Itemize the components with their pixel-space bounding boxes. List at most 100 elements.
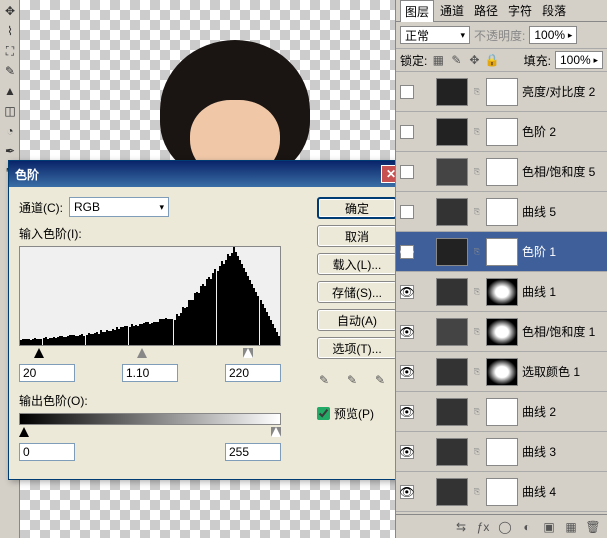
tab-paths[interactable]: 路径 (470, 0, 502, 21)
visibility-toggle-icon[interactable]: 👁 (400, 365, 414, 379)
visibility-toggle-icon[interactable]: 👁 (400, 405, 414, 419)
input-gamma-field[interactable] (122, 364, 178, 382)
cancel-button[interactable]: 取消 (317, 225, 397, 247)
channel-combobox[interactable]: RGB ▾ (69, 197, 169, 217)
visibility-toggle-icon[interactable]: 👁 (400, 445, 414, 459)
mask-thumbnail[interactable] (486, 198, 518, 226)
mask-thumbnail[interactable] (486, 238, 518, 266)
link-icon: ⎘ (472, 207, 482, 217)
add-mask-icon[interactable]: ◯ (497, 519, 513, 535)
layer-row[interactable]: 👁 ⎘ 曲线 2 (396, 392, 607, 432)
new-layer-icon[interactable]: ▦ (563, 519, 579, 535)
dialog-titlebar[interactable]: 色阶 ✕ (9, 161, 407, 187)
opacity-label: 不透明度: (474, 27, 525, 44)
move-tool-icon[interactable]: ✥ (1, 2, 19, 20)
tab-character[interactable]: 字符 (504, 0, 536, 21)
visibility-toggle-icon[interactable] (400, 165, 414, 179)
lock-position-icon[interactable]: ✥ (467, 53, 481, 67)
layer-thumbnail[interactable] (436, 78, 468, 106)
visibility-toggle-icon[interactable]: 👁 (400, 285, 414, 299)
layer-row[interactable]: ⎘ 色相/饱和度 5 (396, 152, 607, 192)
layer-thumbnail[interactable] (436, 438, 468, 466)
ok-button[interactable]: 确定 (317, 197, 397, 219)
layer-row[interactable]: ⎘ 亮度/对比度 2 (396, 72, 607, 112)
layer-thumbnail[interactable] (436, 158, 468, 186)
pen-tool-icon[interactable]: ✒ (1, 142, 19, 160)
stamp-tool-icon[interactable]: ▲ (1, 82, 19, 100)
visibility-toggle-icon[interactable] (400, 205, 414, 219)
mask-thumbnail[interactable] (486, 358, 518, 386)
load-button[interactable]: 载入(L)... (317, 253, 397, 275)
gray-eyedropper-icon[interactable]: ✎ (347, 373, 367, 391)
visibility-toggle-icon[interactable]: 👁 (400, 485, 414, 499)
auto-button[interactable]: 自动(A) (317, 309, 397, 331)
new-group-icon[interactable]: ▣ (541, 519, 557, 535)
layer-row[interactable]: ⎘ 曲线 5 (396, 192, 607, 232)
layer-thumbnail[interactable] (436, 398, 468, 426)
layer-fx-icon[interactable]: ƒx (475, 519, 491, 535)
lasso-tool-icon[interactable]: ⌇ (1, 22, 19, 40)
layer-thumbnail[interactable] (436, 238, 468, 266)
fill-field[interactable]: 100% ▸ (555, 51, 603, 69)
blend-mode-value: 正常 (405, 27, 429, 44)
input-white-field[interactable] (225, 364, 281, 382)
lock-pixels-icon[interactable]: ✎ (449, 53, 463, 67)
new-adjustment-icon[interactable]: ◐ (519, 519, 535, 535)
mask-thumbnail[interactable] (486, 118, 518, 146)
brush-tool-icon[interactable]: ✎ (1, 62, 19, 80)
tab-channels[interactable]: 通道 (436, 0, 468, 21)
eraser-tool-icon[interactable]: ◫ (1, 102, 19, 120)
layer-row[interactable]: 👁 ⎘ 曲线 4 (396, 472, 607, 512)
delete-layer-icon[interactable]: 🗑 (585, 519, 601, 535)
mask-thumbnail[interactable] (486, 398, 518, 426)
output-white-slider[interactable] (271, 427, 281, 437)
layer-thumbnail[interactable] (436, 358, 468, 386)
layer-name-label: 曲线 5 (522, 203, 603, 220)
layer-thumbnail[interactable] (436, 318, 468, 346)
blur-tool-icon[interactable]: ◔ (1, 122, 19, 140)
save-button[interactable]: 存储(S)... (317, 281, 397, 303)
crop-tool-icon[interactable]: ⛶ (1, 42, 19, 60)
output-black-slider[interactable] (19, 427, 29, 437)
preview-checkbox-row[interactable]: 预览(P) (317, 405, 397, 422)
black-eyedropper-icon[interactable]: ✎ (319, 373, 339, 391)
black-point-slider[interactable] (34, 348, 44, 358)
layer-thumbnail[interactable] (436, 118, 468, 146)
visibility-toggle-icon[interactable]: 👁 (400, 245, 414, 259)
layer-thumbnail[interactable] (436, 478, 468, 506)
mask-thumbnail[interactable] (486, 78, 518, 106)
visibility-toggle-icon[interactable]: 👁 (400, 325, 414, 339)
mask-thumbnail[interactable] (486, 318, 518, 346)
layer-row[interactable]: 👁 ⎘ 色阶 1 (396, 232, 607, 272)
mask-thumbnail[interactable] (486, 438, 518, 466)
tab-layers[interactable]: 图层 (400, 0, 434, 22)
mask-thumbnail[interactable] (486, 478, 518, 506)
layer-row[interactable]: 👁 ⎘ 曲线 1 (396, 272, 607, 312)
input-black-field[interactable] (19, 364, 75, 382)
tab-paragraph[interactable]: 段落 (538, 0, 570, 21)
mask-thumbnail[interactable] (486, 158, 518, 186)
visibility-toggle-icon[interactable] (400, 85, 414, 99)
link-layers-icon[interactable]: ⇆ (453, 519, 469, 535)
lock-all-icon[interactable]: 🔒 (485, 53, 499, 67)
opacity-field[interactable]: 100% ▸ (529, 26, 577, 44)
layer-row[interactable]: ⎘ 色阶 2 (396, 112, 607, 152)
mask-thumbnail[interactable] (486, 278, 518, 306)
layer-row[interactable]: 👁 ⎘ 曲线 3 (396, 432, 607, 472)
output-white-field[interactable] (225, 443, 281, 461)
layer-row[interactable]: 👁 ⎘ 色相/饱和度 1 (396, 312, 607, 352)
output-black-field[interactable] (19, 443, 75, 461)
visibility-toggle-icon[interactable] (400, 125, 414, 139)
blend-mode-select[interactable]: 正常 ▾ (400, 26, 470, 44)
layer-row[interactable]: 👁 ⎘ 选取颜色 1 (396, 352, 607, 392)
white-point-slider[interactable] (243, 348, 253, 358)
white-eyedropper-icon[interactable]: ✎ (375, 373, 395, 391)
layer-name-label: 曲线 4 (522, 483, 603, 500)
layer-thumbnail[interactable] (436, 198, 468, 226)
lock-transparency-icon[interactable]: ▦ (431, 53, 445, 67)
fill-value: 100% (560, 53, 591, 67)
options-button[interactable]: 选项(T)... (317, 337, 397, 359)
preview-checkbox[interactable] (317, 407, 330, 420)
gamma-slider[interactable] (137, 348, 147, 358)
layer-thumbnail[interactable] (436, 278, 468, 306)
